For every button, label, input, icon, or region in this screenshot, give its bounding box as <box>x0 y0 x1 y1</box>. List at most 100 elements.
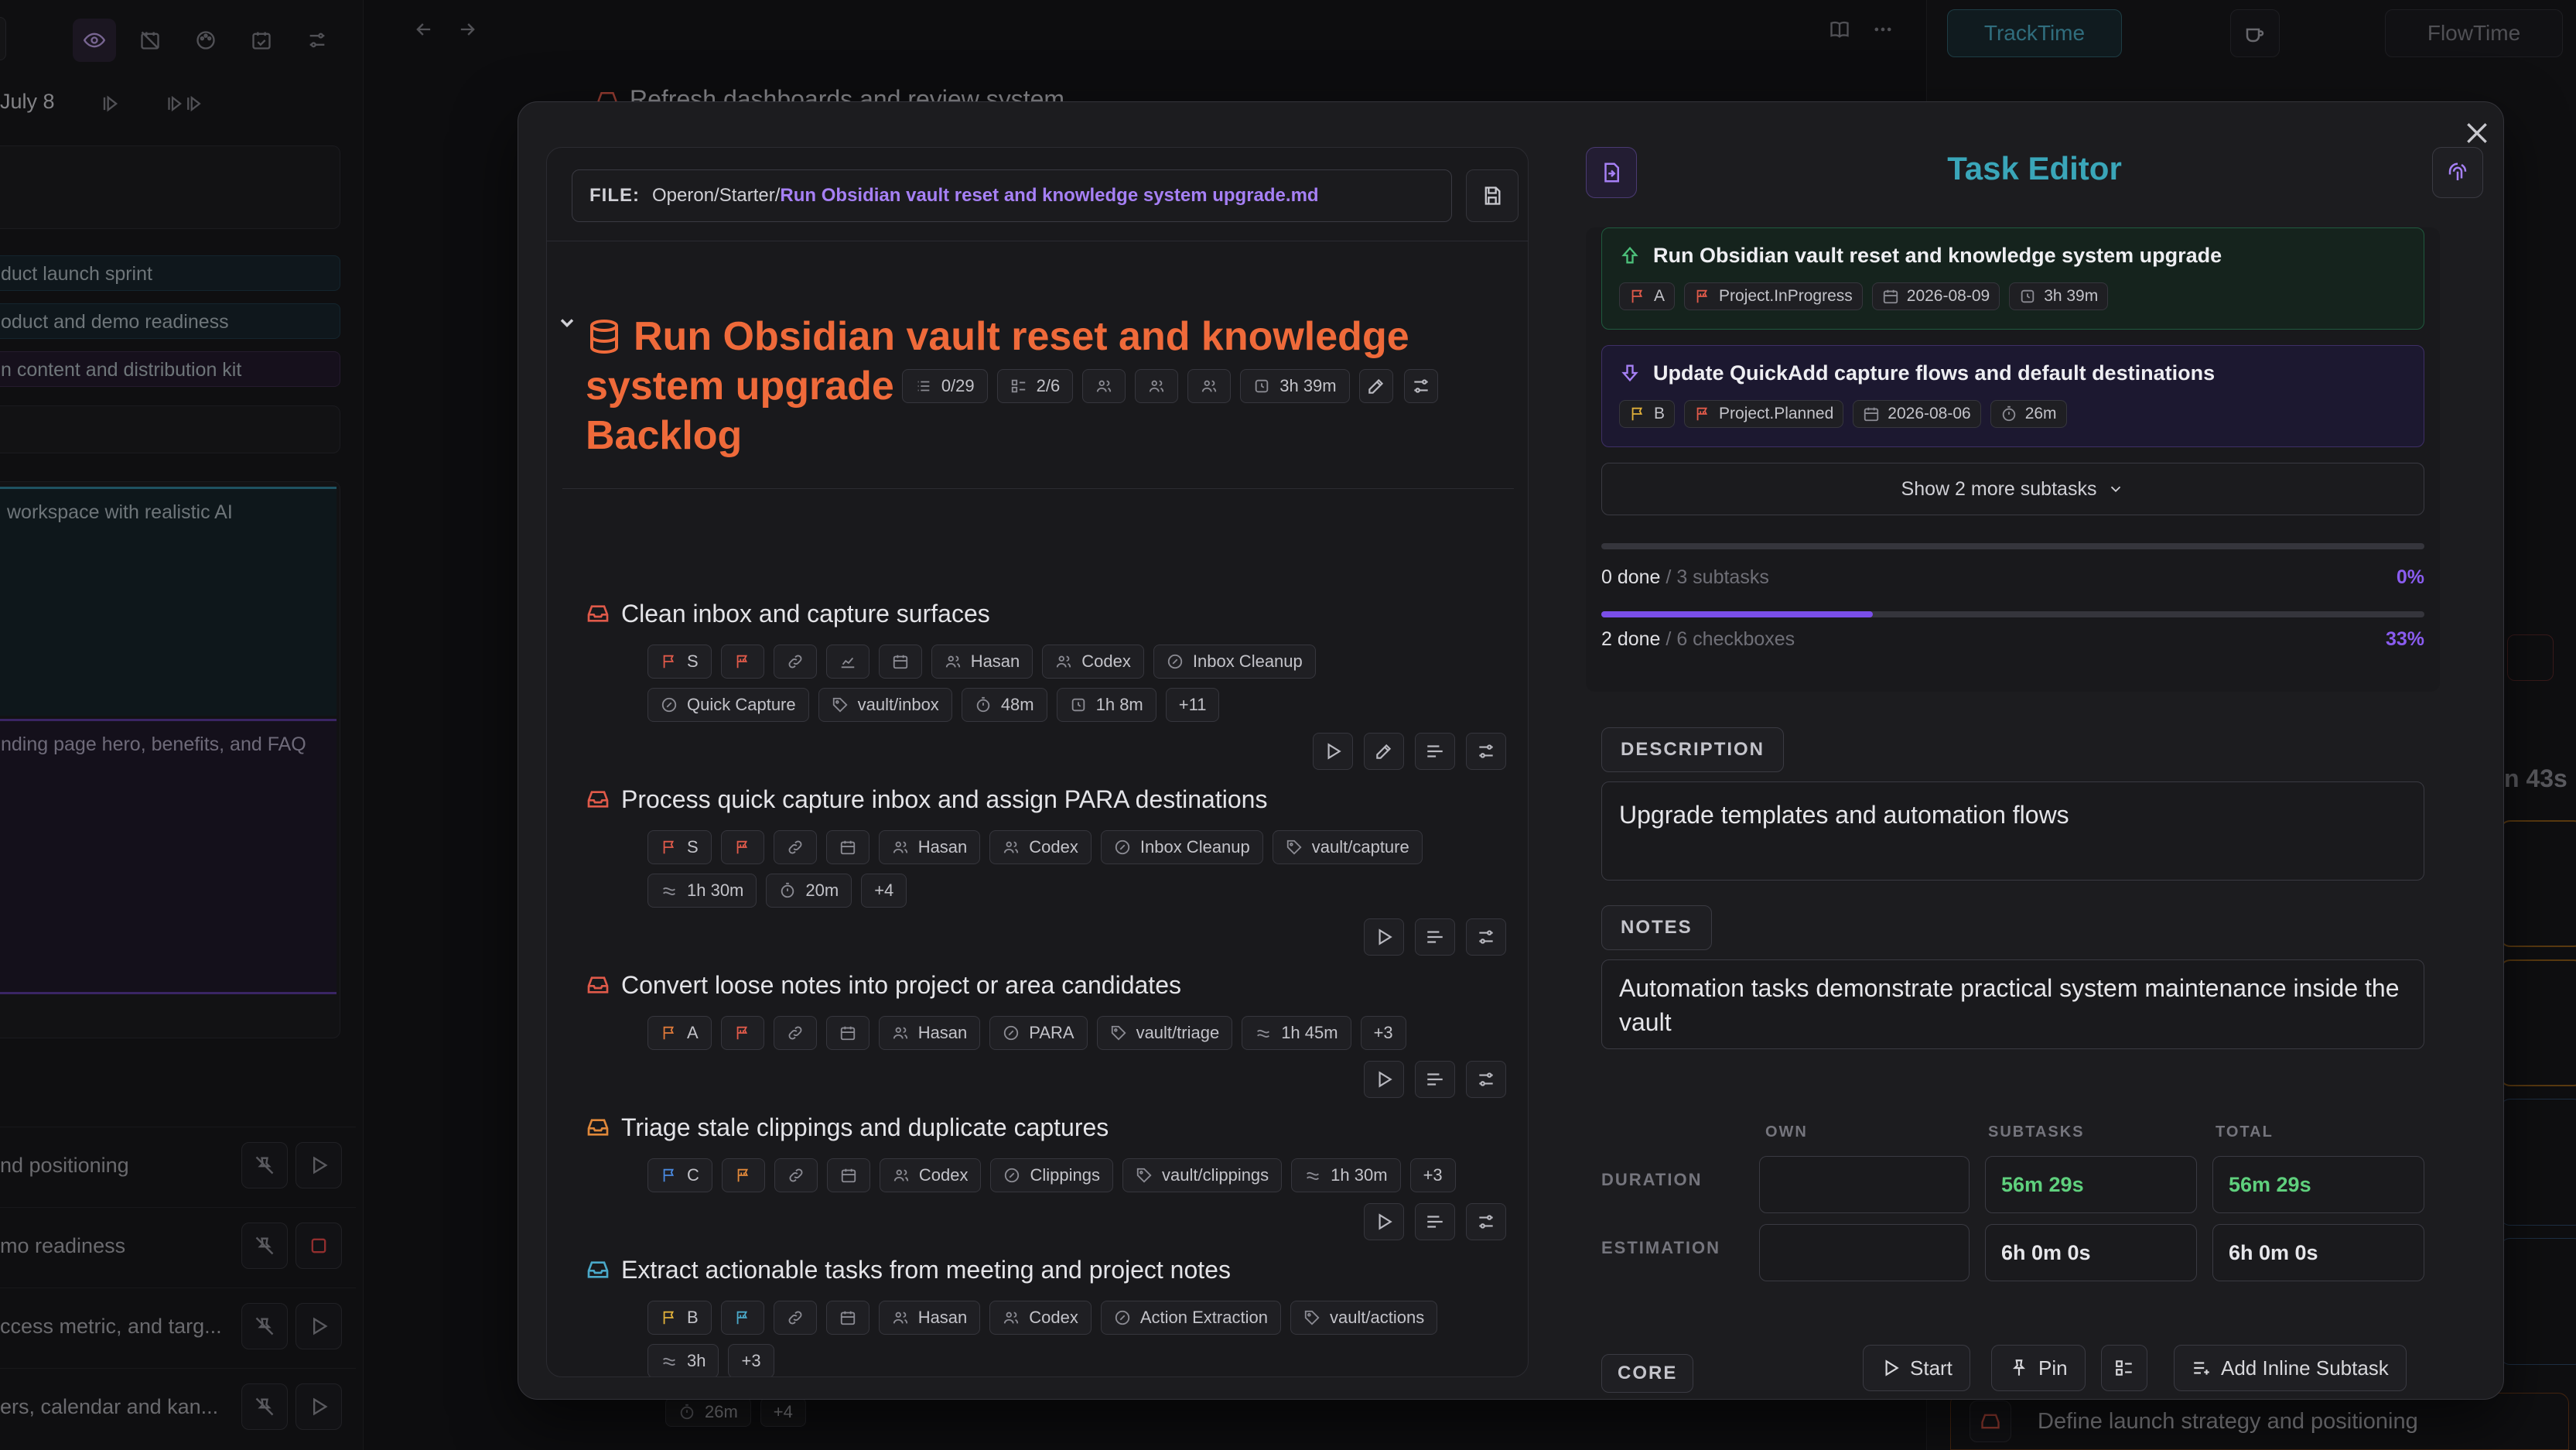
task-chip[interactable]: Hasan <box>878 830 981 864</box>
task-title-row[interactable]: Convert loose notes into project or area… <box>586 966 1514 1004</box>
task-chip[interactable]: A <box>647 1016 712 1050</box>
task-chip[interactable]: Clippings <box>990 1158 1113 1192</box>
time-chip[interactable]: 3h 39m <box>2009 282 2109 310</box>
task-chip[interactable]: S <box>647 830 712 864</box>
task-chip[interactable]: Hasan <box>878 1301 981 1335</box>
task-chip[interactable] <box>773 830 817 864</box>
priority-chip[interactable]: A <box>1619 282 1676 310</box>
task-chip[interactable]: +3 <box>728 1344 774 1376</box>
file-path-bar[interactable]: FILE: Operon/Starter/ Run Obsidian vault… <box>572 169 1452 222</box>
date-chip[interactable]: 2026-08-06 <box>1853 400 1981 428</box>
task-chip[interactable]: B <box>647 1301 712 1335</box>
task-chip[interactable]: Codex <box>989 1301 1092 1335</box>
play-icon[interactable] <box>1313 733 1353 770</box>
file-name[interactable]: Run Obsidian vault reset and knowledge s… <box>780 185 1318 207</box>
assignee-chip[interactable] <box>1135 369 1179 403</box>
edit-icon[interactable] <box>1358 369 1393 403</box>
description-field[interactable]: Upgrade templates and automation flows <box>1601 781 2424 881</box>
time-chip[interactable]: 3h 39m <box>1240 369 1350 403</box>
play-icon[interactable] <box>1364 1203 1404 1240</box>
task-chip[interactable] <box>825 1016 869 1050</box>
task-chip[interactable]: +3 <box>1360 1016 1406 1050</box>
pin-button[interactable]: Pin <box>1991 1345 2086 1391</box>
notes-field[interactable]: Automation tasks demonstrate practical s… <box>1601 959 2424 1049</box>
task-title-row[interactable]: Clean inbox and capture surfaces <box>586 595 1514 632</box>
show-more-button[interactable]: Show 2 more subtasks <box>1601 463 2424 515</box>
task-title-row[interactable]: Process quick capture inbox and assign P… <box>586 781 1514 818</box>
sliders-icon[interactable] <box>1466 1061 1506 1098</box>
edit-icon[interactable] <box>1364 733 1404 770</box>
list-icon[interactable] <box>1415 1203 1455 1240</box>
task-chip[interactable]: Inbox Cleanup <box>1153 645 1316 679</box>
status-chip[interactable]: Project.Planned <box>1684 400 1844 428</box>
checklist-button[interactable] <box>2101 1345 2147 1391</box>
status-chip[interactable]: Project.InProgress <box>1684 282 1863 310</box>
play-icon[interactable] <box>1364 1061 1404 1098</box>
duration-own[interactable] <box>1759 1156 1970 1213</box>
task-chip[interactable] <box>720 1301 764 1335</box>
task-chip[interactable]: 1h 45m <box>1242 1016 1351 1050</box>
subtasks-chip[interactable]: 0/29 <box>901 369 988 403</box>
task-chip[interactable]: Codex <box>989 830 1092 864</box>
task-chip[interactable]: S <box>647 645 712 679</box>
task-chip[interactable]: vault/inbox <box>818 688 952 722</box>
task-chip[interactable]: +11 <box>1165 688 1220 722</box>
priority-chip[interactable]: B <box>1619 400 1676 428</box>
start-button[interactable]: Start <box>1863 1345 1970 1391</box>
task-chip[interactable]: 1h 30m <box>1291 1158 1401 1192</box>
task-title-row[interactable]: Extract actionable tasks from meeting an… <box>586 1251 1514 1288</box>
play-icon[interactable] <box>1364 918 1404 956</box>
task-chip[interactable] <box>825 830 869 864</box>
sliders-icon[interactable] <box>1466 1203 1506 1240</box>
task-chip[interactable]: Quick Capture <box>647 688 809 722</box>
task-chip[interactable]: +4 <box>861 874 907 908</box>
task-chip[interactable]: vault/clippings <box>1122 1158 1283 1192</box>
task-chip[interactable]: +3 <box>1409 1158 1456 1192</box>
task-chip[interactable]: vault/capture <box>1272 830 1423 864</box>
task-chip[interactable]: vault/triage <box>1096 1016 1233 1050</box>
task-chip[interactable] <box>720 1016 764 1050</box>
checklist-chip[interactable]: 2/6 <box>996 369 1074 403</box>
task-chip[interactable]: 1h 30m <box>647 874 757 908</box>
task-chip[interactable] <box>720 830 764 864</box>
task-chip[interactable]: C <box>647 1158 712 1192</box>
add-inline-subtask-button[interactable]: Add Inline Subtask <box>2174 1345 2407 1391</box>
sliders-icon[interactable] <box>1466 918 1506 956</box>
fingerprint-icon[interactable] <box>2432 147 2483 198</box>
assignee-chip[interactable] <box>1187 369 1232 403</box>
task-chip[interactable]: vault/actions <box>1290 1301 1438 1335</box>
assignee-chip[interactable] <box>1082 369 1126 403</box>
sliders-icon[interactable] <box>1466 733 1506 770</box>
date-chip[interactable]: 2026-08-09 <box>1871 282 2000 310</box>
estimation-own[interactable] <box>1759 1224 1970 1281</box>
parent-task-card[interactable]: Run Obsidian vault reset and knowledge s… <box>1601 227 2424 330</box>
save-icon[interactable] <box>1466 169 1519 222</box>
list-icon[interactable] <box>1415 733 1455 770</box>
task-item[interactable]: Convert loose notes into project or area… <box>586 966 1514 1098</box>
task-chip[interactable] <box>773 1016 817 1050</box>
close-icon[interactable] <box>2462 118 2492 149</box>
task-chip[interactable] <box>825 645 869 679</box>
task-chip[interactable]: Inbox Cleanup <box>1100 830 1263 864</box>
task-item[interactable]: Clean inbox and capture surfaces S Hasan Co… <box>586 595 1514 770</box>
task-chip[interactable] <box>826 1158 870 1192</box>
child-task-card[interactable]: Update QuickAdd capture flows and defaul… <box>1601 345 2424 447</box>
task-chip[interactable] <box>773 1301 817 1335</box>
task-title-row[interactable]: Triage stale clippings and duplicate cap… <box>586 1109 1514 1146</box>
time-chip[interactable]: 26m <box>1990 400 2067 428</box>
task-chip[interactable] <box>773 645 817 679</box>
task-chip[interactable]: PARA <box>989 1016 1088 1050</box>
task-item[interactable]: Process quick capture inbox and assign P… <box>586 781 1514 956</box>
list-icon[interactable] <box>1415 918 1455 956</box>
task-chip[interactable]: Hasan <box>878 1016 981 1050</box>
task-chip[interactable]: 20m <box>766 874 852 908</box>
task-chip[interactable] <box>878 645 922 679</box>
chevron-down-icon[interactable] <box>556 312 578 333</box>
task-chip[interactable] <box>774 1158 818 1192</box>
task-chip[interactable]: Codex <box>879 1158 982 1192</box>
task-chip[interactable]: 1h 8m <box>1056 688 1156 722</box>
task-item[interactable]: Triage stale clippings and duplicate cap… <box>586 1109 1514 1240</box>
task-chip[interactable] <box>825 1301 869 1335</box>
task-chip[interactable]: 48m <box>961 688 1047 722</box>
task-chip[interactable]: Action Extraction <box>1100 1301 1281 1335</box>
